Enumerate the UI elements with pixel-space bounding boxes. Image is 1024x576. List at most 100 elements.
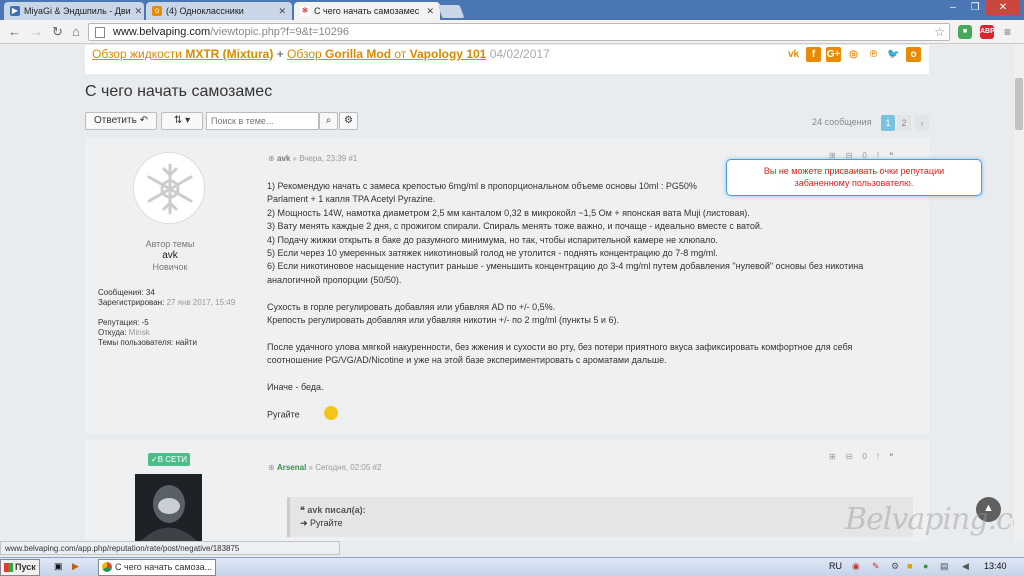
window-close-icon[interactable]: ✕ [986,0,1020,15]
reply-arrow-icon: ↶ [139,115,148,126]
breadcrumb-link-1[interactable]: Обзор жидкости MXTR (Mixtura) [92,47,273,61]
home-icon[interactable]: ⌂ [72,25,80,39]
avatar-photo-icon [135,474,202,541]
watermark: Belvaping.com [845,502,1024,537]
page-1-button[interactable]: 1 [881,115,895,131]
tray-icon[interactable]: ✎ [872,561,880,572]
google-plus-icon[interactable]: G+ [826,47,841,62]
tab-youtube[interactable]: ▶ MiyaGi & Эндшпиль - Дви ✕ [4,2,144,20]
search-button[interactable]: ⌕ [319,112,338,130]
tab-label: (4) Одноклассники [166,6,244,16]
avatar[interactable] [133,152,205,224]
stat-registered: Зарегистрирован: 27 янв 2017, 15:49 [98,298,236,307]
pinterest-icon[interactable]: ℗ [866,47,881,62]
reload-icon[interactable]: ↻ [52,25,63,39]
close-icon[interactable]: ✕ [131,6,143,17]
tray-icon[interactable]: ⚙ [891,561,899,572]
url-path: /viewtopic.php?f=9&t=10296 [210,26,350,38]
quicklaunch-icon[interactable]: ▣ [54,561,63,572]
twitter-icon[interactable]: 🐦 [886,47,901,62]
post-1-profile: Автор темы avk Новичок Сообщения: 34 Зар… [85,138,255,434]
odnoklassniki-social-icon[interactable]: о [906,47,921,62]
post-meta: » Сегодня, 02:05 #2 [308,463,382,472]
start-button[interactable]: Пуск [0,559,40,576]
adblock-icon[interactable]: ABP [980,25,995,39]
tray-icon[interactable]: ● [923,561,928,571]
online-check-icon: ✓ [150,455,158,464]
bookmark-star-icon[interactable]: ☆ [934,25,945,39]
facebook-icon[interactable]: f [806,47,821,62]
minus-icon[interactable]: ⊟ [846,452,853,461]
close-icon[interactable]: ✕ [274,6,286,17]
stat-posts: Сообщения: 34 [98,288,155,297]
page-icon [95,27,105,38]
window-controls: – ❐ ✕ [942,0,1020,15]
forward-icon[interactable]: → [30,25,43,39]
plus-icon[interactable]: ⊞ [829,452,836,461]
post-line: 6) Если никотиновое насыщение наступит р… [267,261,864,272]
post-2-tools: ⊞ ⊟ 0 ! ❝ [829,452,893,461]
chevron-down-icon: ▾ [185,115,191,126]
user-rank: Новичок [152,262,188,272]
post-line: 4) Подачу жижки открыть в баке до разумн… [267,234,718,245]
browser-toolbar: ← → ↻ ⌂ www.belvaping.com/viewtopic.php?… [0,20,1024,44]
breadcrumb-plus: + [276,47,284,61]
post-1-text: 1) Рекомендую начать с замеса крепостью … [267,180,917,422]
back-icon[interactable]: ← [8,25,21,39]
youtube-icon: ▶ [10,6,20,16]
post-line: соотношение PG/VG/AD/Nicotine и уже на э… [267,355,667,366]
os-taskbar: Пуск ▣ ▶ С чего начать самоза... RU ◉ ✎ … [0,557,1024,576]
post-author[interactable]: Arsenal [277,463,306,472]
language-indicator[interactable]: RU [829,561,842,571]
post-link-icon[interactable]: ⊕ [268,154,275,163]
breadcrumb-link-2[interactable]: Обзор Gorilla Mod от Vapology 101 [287,47,486,61]
vk-icon[interactable]: vk [786,47,801,62]
post-line: После удачного улова мягкой накуренности… [267,341,853,352]
settings-button[interactable]: ⚙ [339,112,358,130]
sort-icon: ⇅ [173,115,183,126]
url-host: www.belvaping.com [113,26,211,38]
next-page-icon[interactable]: › [915,115,929,131]
minimize-icon[interactable]: – [942,0,964,15]
avatar[interactable] [135,474,202,541]
social-links: vk f G+ ◎ ℗ 🐦 о [786,47,921,62]
post-line: 5) Если через 10 умеренных затяжек никот… [267,248,718,259]
reply-button[interactable]: Ответить ↶ [85,112,157,130]
media-icon[interactable]: ▶ [72,561,79,572]
tab-odnoklassniki[interactable]: о (4) Одноклассники ✕ [146,2,292,20]
clock: 13:40 [984,561,1007,571]
belvaping-icon: ❋ [300,6,310,16]
page-title: С чего начать самозамес [85,83,273,100]
report-icon[interactable]: ! [877,452,879,461]
network-icon[interactable]: ▤ [940,561,949,572]
page-2-button[interactable]: 2 [897,115,911,131]
sort-button[interactable]: ⇅ ▾ [161,112,203,130]
scrollbar-thumb[interactable] [1015,78,1023,130]
new-tab-button[interactable] [437,5,465,18]
tab-active[interactable]: ❋ С чего начать самозамес ✕ [294,2,440,20]
post-line: Иначе - беда. [267,382,324,393]
post-author[interactable]: avk [277,154,290,163]
close-icon[interactable]: ✕ [422,6,434,17]
post-link-icon[interactable]: ⊕ [268,463,275,472]
odnoklassniki-icon: о [152,6,162,16]
taskbar-browser-task[interactable]: С чего начать самоза... [98,559,216,576]
instagram-icon[interactable]: ◎ [846,47,861,62]
quote-title: ❝ avk писал(а): [300,505,366,515]
volume-icon[interactable]: ◀ [962,561,969,572]
restore-icon[interactable]: ❐ [964,0,986,15]
username[interactable]: avk [85,250,255,261]
post-line: Ругайте [267,405,917,422]
menu-icon[interactable]: ≡ [1004,25,1011,39]
tray-icon[interactable]: ◉ [852,561,860,572]
search-icon: ⌕ [325,115,332,126]
extension-icon[interactable]: ■ [958,25,972,39]
post-line: Сухость в горле регулировать добавляя ил… [267,301,556,312]
snowflake-icon [147,163,193,215]
address-bar[interactable]: www.belvaping.com/viewtopic.php?f=9&t=10… [88,23,950,41]
tray-icon[interactable]: ■ [907,561,912,571]
post-meta: » Вчера, 23:39 #1 [292,154,358,163]
quote-icon[interactable]: ❝ [889,452,893,461]
search-input[interactable] [206,112,319,130]
smiley-icon [324,405,339,420]
